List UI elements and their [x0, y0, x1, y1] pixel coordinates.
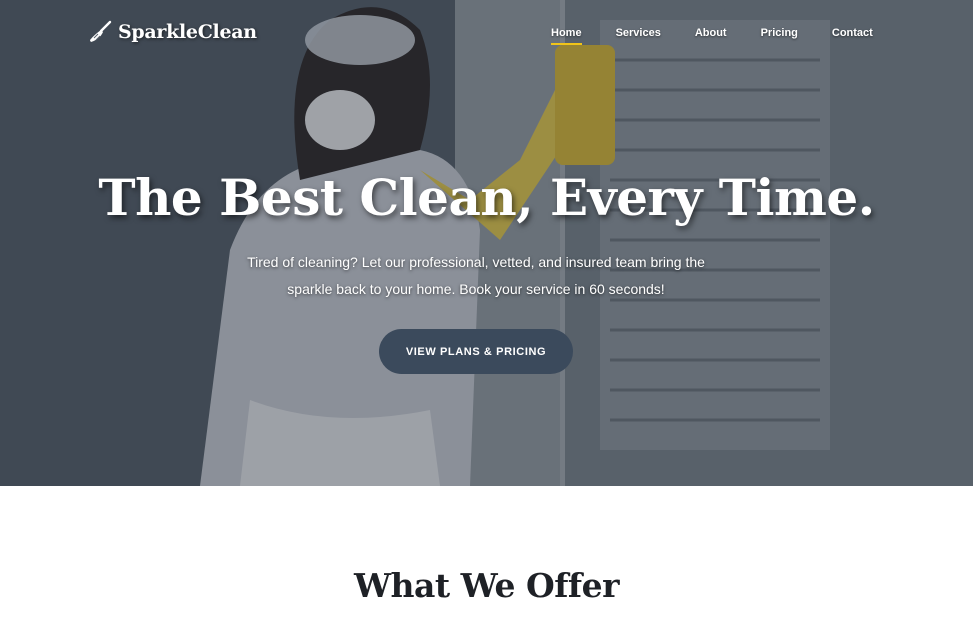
main-nav: Home Services About Pricing Contact — [551, 27, 873, 45]
brand-logo[interactable]: SparkleClean — [88, 20, 257, 44]
nav-item-services[interactable]: Services — [616, 27, 661, 45]
hero-title: The Best Clean, Every Time. — [98, 168, 875, 227]
hero-subtitle: Tired of cleaning? Let our professional,… — [247, 254, 705, 297]
nav-item-pricing[interactable]: Pricing — [761, 27, 798, 45]
hero-overlay — [0, 0, 973, 486]
nav-item-about[interactable]: About — [695, 27, 727, 45]
hero-section: SparkleClean Home Services About Pricing… — [0, 0, 973, 486]
nav-item-home[interactable]: Home — [551, 27, 582, 45]
broom-icon — [88, 20, 112, 44]
nav-item-contact[interactable]: Contact — [832, 27, 873, 45]
view-plans-pricing-button[interactable]: VIEW PLANS & PRICING — [379, 329, 573, 374]
navbar: SparkleClean Home Services About Pricing… — [0, 0, 973, 68]
brand-name: SparkleClean — [118, 21, 257, 43]
what-we-offer-heading: What We Offer — [353, 566, 620, 605]
